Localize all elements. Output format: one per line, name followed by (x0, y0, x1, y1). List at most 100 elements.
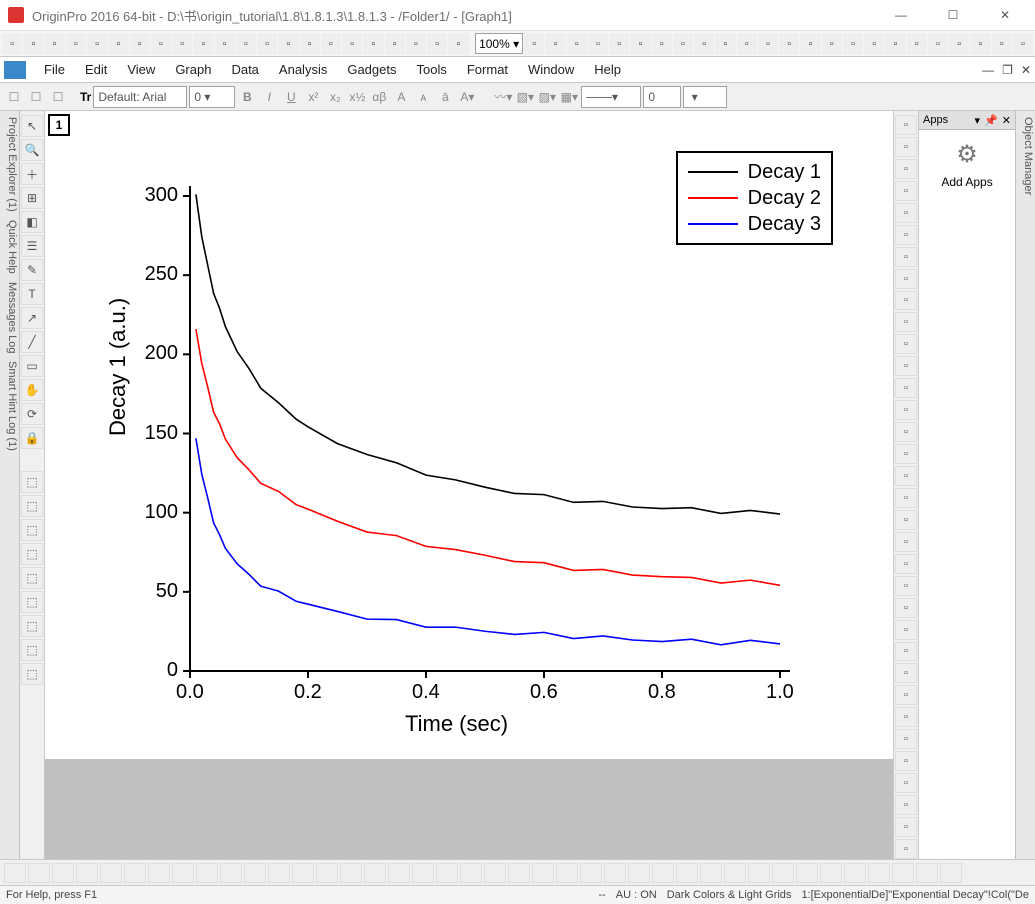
right-toolbar-button[interactable]: ▫ (895, 729, 917, 749)
fill-button[interactable]: ▨▾ (537, 87, 557, 107)
menu-analysis[interactable]: Analysis (269, 59, 337, 80)
toolbar-button[interactable]: ▫ (630, 33, 650, 55)
legend[interactable]: Decay 1 Decay 2 Decay 3 (676, 151, 833, 245)
opacity-field[interactable]: 0 (643, 86, 681, 108)
right-toolbar-button[interactable]: ▫ (895, 707, 917, 727)
data-reader-icon[interactable]: ⊞ (21, 187, 43, 209)
right-toolbar-button[interactable]: ▫ (895, 444, 917, 464)
toolbar-button[interactable]: ▫ (385, 33, 405, 55)
toolbar-button[interactable]: ▫ (321, 33, 341, 55)
toolbar-button[interactable]: ▫ (130, 33, 150, 55)
toolbar-button[interactable]: ▫ (278, 33, 298, 55)
graphtype-button[interactable] (76, 863, 98, 883)
supersub-button[interactable]: x½ (347, 87, 367, 107)
graphtype-button[interactable] (508, 863, 530, 883)
rect-tool-icon[interactable]: ▭ (21, 355, 43, 377)
toolbar-button[interactable]: ▫ (342, 33, 362, 55)
right-toolbar-button[interactable]: ▫ (895, 181, 917, 201)
graphtype-button[interactable] (868, 863, 890, 883)
decrease-font-button[interactable]: ᴀ (413, 87, 433, 107)
palette-button[interactable]: ⬚ (21, 615, 43, 637)
object-manager-tab[interactable]: Object Manager (1022, 117, 1034, 195)
layer-indicator[interactable]: 1 (48, 114, 70, 136)
graphtype-button[interactable] (676, 863, 698, 883)
palette-button[interactable]: ⬚ (21, 567, 43, 589)
right-toolbar-button[interactable]: ▫ (895, 137, 917, 157)
graphtype-button[interactable] (580, 863, 602, 883)
palette-button[interactable]: ⬚ (21, 591, 43, 613)
toolbar-button[interactable]: ▫ (448, 33, 468, 55)
quick-help-tab[interactable]: Quick Help (1, 220, 18, 274)
graphtype-button[interactable] (748, 863, 770, 883)
right-toolbar-button[interactable]: ▫ (895, 839, 917, 859)
graphtype-button[interactable] (220, 863, 242, 883)
toolbar-button[interactable]: ▫ (800, 33, 820, 55)
fill-button[interactable]: ▦▾ (559, 87, 579, 107)
right-toolbar-button[interactable]: ▫ (895, 312, 917, 332)
line-style-button[interactable]: 〰▾ (493, 87, 513, 107)
right-toolbar-button[interactable]: ▫ (895, 620, 917, 640)
right-toolbar-button[interactable]: ▫ (895, 291, 917, 311)
graphtype-button[interactable] (844, 863, 866, 883)
y-axis-label[interactable]: Decay 1 (a.u.) (105, 298, 131, 436)
increase-font-button[interactable]: A (391, 87, 411, 107)
right-toolbar-button[interactable]: ▫ (895, 532, 917, 552)
graphtype-button[interactable] (652, 863, 674, 883)
toolbar-button[interactable]: ▫ (864, 33, 884, 55)
mdi-restore[interactable]: ❐ (998, 60, 1017, 80)
graphtype-button[interactable] (700, 863, 722, 883)
palette-button[interactable]: ⬚ (21, 495, 43, 517)
toolbar-button[interactable]: ▫ (928, 33, 948, 55)
format-button[interactable]: ☐ (48, 87, 68, 107)
toolbar-button[interactable]: ▫ (545, 33, 565, 55)
font-color-button[interactable]: A▾ (457, 87, 477, 107)
toolbar-button[interactable]: ▫ (715, 33, 735, 55)
fill-button[interactable]: ▧▾ (515, 87, 535, 107)
graphtype-button[interactable] (28, 863, 50, 883)
graphtype-button[interactable] (100, 863, 122, 883)
right-toolbar-button[interactable]: ▫ (895, 685, 917, 705)
menu-help[interactable]: Help (584, 59, 631, 80)
graphtype-button[interactable] (364, 863, 386, 883)
hand-tool-icon[interactable]: ✋ (21, 379, 43, 401)
graphtype-button[interactable] (604, 863, 626, 883)
graphtype-button[interactable] (460, 863, 482, 883)
palette-button[interactable]: ⬚ (21, 639, 43, 661)
toolbar-button[interactable]: ▫ (193, 33, 213, 55)
right-toolbar-button[interactable]: ▫ (895, 159, 917, 179)
subscript-button[interactable]: x₂ (325, 87, 345, 107)
toolbar-button[interactable]: ▫ (87, 33, 107, 55)
palette-button[interactable]: ⬚ (21, 663, 43, 685)
graphtype-button[interactable] (628, 863, 650, 883)
text-tool-icon[interactable]: T (21, 283, 43, 305)
right-toolbar-button[interactable]: ▫ (895, 400, 917, 420)
pointer-tool-icon[interactable]: ↖ (21, 115, 43, 137)
graphtype-button[interactable] (196, 863, 218, 883)
toolbar-button[interactable]: ▫ (907, 33, 927, 55)
apps-close-icon[interactable]: ✕ (1002, 114, 1011, 127)
zoom-combo[interactable]: 100% ▾ (475, 33, 523, 54)
apps-pin-icon[interactable]: 📌 (984, 114, 998, 127)
graphtype-button[interactable] (244, 863, 266, 883)
overbar-button[interactable]: ā (435, 87, 455, 107)
right-toolbar-button[interactable]: ▫ (895, 510, 917, 530)
underline-button[interactable]: U (281, 87, 301, 107)
right-toolbar-button[interactable]: ▫ (895, 115, 917, 135)
maximize-button[interactable]: ☐ (931, 1, 975, 29)
toolbar-button[interactable]: ▫ (2, 33, 22, 55)
palette-button[interactable]: ⬚ (21, 471, 43, 493)
format-button[interactable]: ☐ (26, 87, 46, 107)
toolbar-button[interactable]: ▫ (45, 33, 65, 55)
right-toolbar-button[interactable]: ▫ (895, 269, 917, 289)
graphtype-button[interactable] (292, 863, 314, 883)
toolbar-button[interactable]: ▫ (673, 33, 693, 55)
graphtype-button[interactable] (52, 863, 74, 883)
graphtype-button[interactable] (340, 863, 362, 883)
right-toolbar-button[interactable]: ▫ (895, 378, 917, 398)
smart-hint-log-tab[interactable]: Smart Hint Log (1) (1, 361, 18, 451)
x-axis-label[interactable]: Time (sec) (405, 711, 508, 737)
right-toolbar-button[interactable]: ▫ (895, 488, 917, 508)
toolbar-button[interactable]: ▫ (236, 33, 256, 55)
line-tool-icon[interactable]: ╱ (21, 331, 43, 353)
apps-menu-icon[interactable]: ▾ (975, 114, 981, 127)
